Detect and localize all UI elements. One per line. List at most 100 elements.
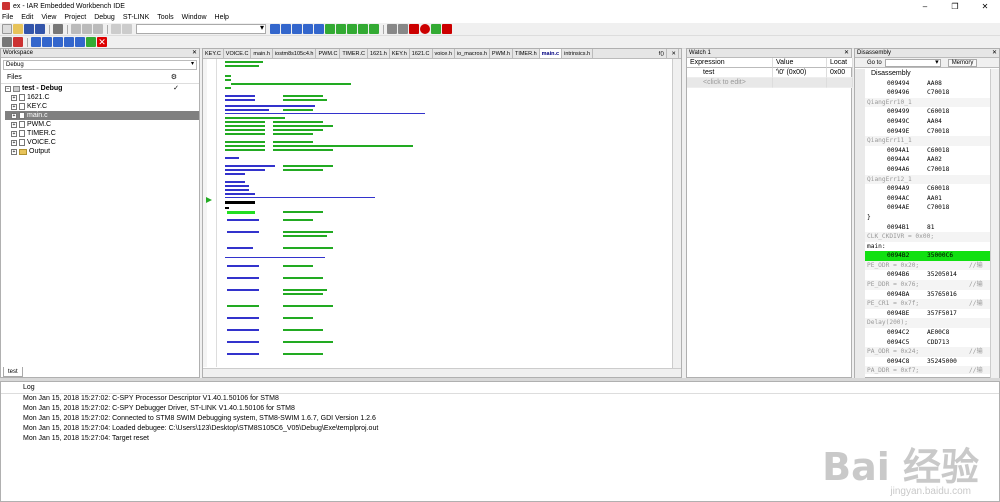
- run-to-cursor-icon[interactable]: [75, 37, 85, 47]
- close-icon[interactable]: ✕: [992, 49, 997, 58]
- replace-icon[interactable]: [314, 24, 324, 34]
- menu-file[interactable]: File: [2, 14, 13, 21]
- disassembly-row[interactable]: 0094B1 81: [865, 223, 991, 233]
- paste-icon[interactable]: [93, 24, 103, 34]
- col-expression[interactable]: Expression: [687, 58, 773, 68]
- disassembly-row[interactable]: 0094A1 C60018: [865, 146, 991, 156]
- disassembly-row[interactable]: 0094AC AA01: [865, 194, 991, 204]
- disassembly-row[interactable]: 00949C AA04: [865, 117, 991, 127]
- close-icon[interactable]: ✕: [669, 49, 679, 59]
- make-icon[interactable]: [398, 24, 408, 34]
- tab-voice-h[interactable]: voice.h: [433, 49, 455, 58]
- tab-pwm-c[interactable]: PWM.C: [316, 49, 341, 58]
- next-statement-icon[interactable]: [64, 37, 74, 47]
- tab-1621-h[interactable]: 1621.h: [368, 49, 390, 58]
- tab-timer-h[interactable]: TIMER.h: [513, 49, 540, 58]
- tree-file-key[interactable]: + KEY.C: [5, 102, 199, 111]
- disassembly-row[interactable]: 009496 C70018: [865, 88, 991, 98]
- menu-project[interactable]: Project: [64, 14, 86, 21]
- stop-debugging-icon[interactable]: ✕: [97, 37, 107, 47]
- menu-edit[interactable]: Edit: [21, 14, 33, 21]
- find-icon[interactable]: [270, 24, 280, 34]
- reset-icon[interactable]: [2, 37, 12, 47]
- prev-bookmark-icon[interactable]: [358, 24, 368, 34]
- find-combo[interactable]: [136, 23, 266, 34]
- next-bookmark-icon[interactable]: [347, 24, 357, 34]
- disassembly-row[interactable]: 0094B2 35000C6: [865, 251, 991, 261]
- tree-file-pwm[interactable]: + PWM.C: [5, 120, 199, 129]
- tree-file-1621[interactable]: +1621.C: [5, 93, 199, 102]
- open-icon[interactable]: [13, 24, 23, 34]
- disassembly-row[interactable]: 0094C8 35245000: [865, 357, 991, 367]
- disassembly-row[interactable]: 0094BE 357F5017: [865, 309, 991, 319]
- disassembly-row[interactable]: 009499 C60018: [865, 107, 991, 117]
- disassembly-row[interactable]: main:: [865, 242, 991, 252]
- disassembly-source-line[interactable]: PA_DDR = 0xf7; //输: [865, 366, 991, 374]
- config-select[interactable]: Debug: [3, 60, 197, 70]
- copy-icon[interactable]: [82, 24, 92, 34]
- cut-icon[interactable]: [71, 24, 81, 34]
- editor-vertical-scrollbar[interactable]: [672, 59, 681, 369]
- bookmark-icon[interactable]: [336, 24, 346, 34]
- disassembly-row[interactable]: 0094C5 CDD713: [865, 338, 991, 348]
- disassembly-source-line[interactable]: PE_ODR = 0x20; //输: [865, 260, 991, 271]
- tree-project[interactable]: − test - Debug ✓: [5, 84, 199, 93]
- editor-horizontal-scrollbar[interactable]: [203, 368, 681, 377]
- col-value[interactable]: Value: [773, 58, 827, 68]
- disassembly-row[interactable]: 0094A4 AA02: [865, 155, 991, 165]
- step-over-icon[interactable]: [31, 37, 41, 47]
- minimize-button[interactable]: –: [910, 0, 940, 12]
- tab-pwm-h[interactable]: PWM.h: [490, 49, 513, 58]
- step-out-icon[interactable]: [53, 37, 63, 47]
- disassembly-source-line[interactable]: PE_CR1 = 0x7f; //输: [865, 299, 991, 309]
- debug-icon[interactable]: [431, 24, 441, 34]
- watch-value[interactable]: '\0' (0x00): [773, 68, 827, 78]
- function-dropdown[interactable]: f(): [657, 49, 667, 59]
- tab-iostm8[interactable]: iostm8s105c4.h: [273, 49, 317, 58]
- close-icon[interactable]: ✕: [844, 49, 849, 58]
- disassembly-source-line[interactable]: CLK_CKDIVR = 0x00;: [865, 232, 991, 242]
- break-icon[interactable]: [13, 37, 23, 47]
- source-code[interactable]: [223, 61, 673, 361]
- tab-io-macros[interactable]: io_macros.h: [455, 49, 490, 58]
- disassembly-source-line[interactable]: QiangErr12_1: [865, 174, 991, 185]
- disassembly-row[interactable]: 0094C2 AE00C8: [865, 328, 991, 338]
- find-next-icon[interactable]: [281, 24, 291, 34]
- tab-main-c[interactable]: main.c: [539, 49, 563, 58]
- menu-st-link[interactable]: ST-LINK: [123, 14, 149, 21]
- disassembly-source-line[interactable]: QiangErr10_1: [865, 97, 991, 108]
- disassembly-row[interactable]: 0094A6 C70018: [865, 165, 991, 175]
- tree-file-main[interactable]: + main.c: [5, 111, 199, 120]
- undo-icon[interactable]: [111, 24, 121, 34]
- goto-icon[interactable]: [325, 24, 335, 34]
- tab-main-h[interactable]: main.h: [251, 49, 273, 58]
- save-icon[interactable]: [24, 24, 34, 34]
- col-location[interactable]: Locat: [827, 58, 853, 68]
- tab-key-c[interactable]: KEY.C: [203, 49, 224, 58]
- breakpoint-margin[interactable]: [207, 59, 217, 367]
- settings-icon[interactable]: ⚙: [171, 72, 177, 84]
- new-file-icon[interactable]: [2, 24, 12, 34]
- goto-combo[interactable]: [884, 58, 941, 67]
- disassembly-scrollbar[interactable]: [990, 69, 999, 379]
- tab-voice-c[interactable]: VOICE.C: [224, 49, 252, 58]
- close-button[interactable]: ✕: [970, 0, 1000, 12]
- go-icon[interactable]: [86, 37, 96, 47]
- tree-folder-output[interactable]: + Output: [5, 147, 199, 156]
- disassembly-row[interactable]: 0094AE C70018: [865, 203, 991, 213]
- menu-help[interactable]: Help: [215, 14, 229, 21]
- disassembly-row[interactable]: }: [865, 213, 991, 223]
- disassembly-source-line[interactable]: Delay(200);: [865, 318, 991, 329]
- stop-build-icon[interactable]: [409, 24, 419, 34]
- watch-expr[interactable]: test: [687, 68, 773, 78]
- find-prev-icon[interactable]: [292, 24, 302, 34]
- tree-file-timer[interactable]: + TIMER.C: [5, 129, 199, 138]
- find-in-files-icon[interactable]: [303, 24, 313, 34]
- compile-icon[interactable]: [387, 24, 397, 34]
- disassembly-listing[interactable]: Disassembly 009494 AA08 009496 C70018 QiangE…: [865, 69, 991, 374]
- disassembly-row[interactable]: 0094BA 35765016: [865, 290, 991, 300]
- menu-window[interactable]: Window: [182, 14, 207, 21]
- disassembly-row[interactable]: 0094B6 35205014: [865, 270, 991, 280]
- menu-tools[interactable]: Tools: [157, 14, 173, 21]
- tree-file-voice[interactable]: + VOICE.C: [5, 138, 199, 147]
